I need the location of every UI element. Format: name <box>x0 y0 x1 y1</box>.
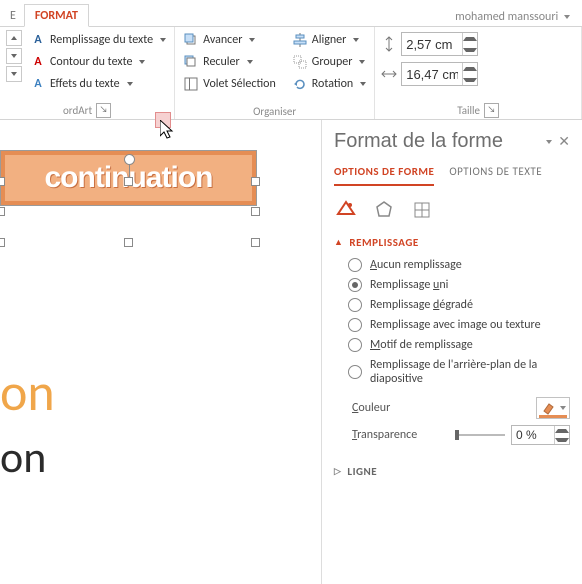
group-arrange-label: Organiser <box>253 105 296 118</box>
selection-pane-label: Volet Sélection <box>203 77 276 91</box>
fill-slidebg-label: Remplissage de l'arrière-plan de la diap… <box>370 358 570 386</box>
rotate-icon <box>292 76 308 92</box>
text-effects-label: Effets du texte <box>50 77 120 91</box>
user-name-label: mohamed manssouri <box>455 10 558 24</box>
bring-forward-label: Avancer <box>203 33 242 47</box>
fill-gradient-option[interactable]: Remplissage dégradé <box>348 295 570 315</box>
text-outline-label: Contour du texte <box>50 55 132 69</box>
text-fill-icon: A <box>30 32 46 48</box>
collapse-icon: ▲ <box>334 237 343 248</box>
user-drop-icon <box>564 15 570 19</box>
resize-handle[interactable] <box>251 238 260 247</box>
text-outline-button[interactable]: A Contour du texte <box>28 52 168 72</box>
section-line-label: LIGNE <box>347 465 377 478</box>
close-icon[interactable]: ✕ <box>558 133 570 150</box>
resize-handle[interactable] <box>124 238 133 247</box>
fill-picture-option[interactable]: Remplissage avec image ou texture <box>348 315 570 335</box>
transp-down[interactable] <box>555 435 569 444</box>
resize-handle[interactable] <box>251 207 260 216</box>
transp-up[interactable] <box>555 426 569 435</box>
style-more[interactable] <box>6 66 22 82</box>
transparency-field[interactable] <box>511 425 570 445</box>
fill-slidebg-option[interactable]: Remplissage de l'arrière-plan de la diap… <box>348 355 570 389</box>
bring-forward-button[interactable]: Avancer <box>181 30 278 50</box>
tab-shape-options[interactable]: OPTIONS DE FORME <box>334 165 434 186</box>
section-fill-label: REMPLISSAGE <box>349 236 418 249</box>
rotate-label: Rotation <box>312 77 353 91</box>
resize-handle[interactable] <box>124 177 133 186</box>
wordart-launcher[interactable]: ↘ <box>96 103 111 118</box>
width-up[interactable] <box>463 63 477 74</box>
resize-handle[interactable] <box>251 177 260 186</box>
resize-handle[interactable] <box>0 238 5 247</box>
width-down[interactable] <box>463 74 477 85</box>
fill-color-button[interactable] <box>536 397 570 419</box>
expand-icon: ▷ <box>334 466 341 477</box>
text-effects-button[interactable]: A Effets du texte <box>28 74 168 94</box>
slide-canvas[interactable]: continuation on on <box>0 120 321 584</box>
text-fill-label: Remplissage du texte <box>50 33 153 47</box>
format-shape-pane: Format de la forme ✕ OPTIONS DE FORME OP… <box>321 120 582 584</box>
group-size-label: Taille <box>457 104 480 117</box>
section-fill-header[interactable]: ▲ REMPLISSAGE <box>334 236 570 249</box>
style-down[interactable] <box>6 48 22 64</box>
fill-pattern-option[interactable]: Motif de remplissage <box>348 335 570 355</box>
group-icon <box>292 54 308 70</box>
send-backward-label: Reculer <box>203 55 240 69</box>
rotation-handle[interactable] <box>124 154 135 165</box>
transparency-input[interactable] <box>512 428 554 442</box>
height-field[interactable] <box>401 32 478 56</box>
height-up[interactable] <box>463 33 477 44</box>
fill-picture-label: Remplissage avec image ou texture <box>370 318 541 332</box>
bring-forward-icon <box>183 32 199 48</box>
resize-handle[interactable] <box>0 177 5 186</box>
fill-solid-option[interactable]: Remplissage uni <box>348 275 570 295</box>
height-down[interactable] <box>463 44 477 55</box>
style-up[interactable] <box>6 30 22 46</box>
group-button[interactable]: Grouper <box>290 52 368 72</box>
width-field[interactable] <box>401 62 478 86</box>
pane-title: Format de la forme <box>334 130 503 153</box>
fill-none-rest: ucun remplissage <box>377 258 462 272</box>
selection-pane-button[interactable]: Volet Sélection <box>181 74 278 94</box>
send-backward-button[interactable]: Reculer <box>181 52 278 72</box>
fill-none-option[interactable]: Aucun remplissage <box>348 255 570 275</box>
fill-line-icon[interactable] <box>334 198 358 222</box>
selection-pane-icon <box>183 76 199 92</box>
user-name[interactable]: mohamed manssouri <box>451 8 574 26</box>
width-icon <box>381 66 397 82</box>
pane-options-icon[interactable] <box>546 140 552 144</box>
height-input[interactable] <box>402 37 462 52</box>
send-backward-icon <box>183 54 199 70</box>
width-input[interactable] <box>402 67 462 82</box>
wordart-shape[interactable]: continuation <box>0 150 257 206</box>
effects-icon[interactable] <box>372 198 396 222</box>
tab-format[interactable]: FORMAT <box>24 4 89 27</box>
group-arrange: Avancer Reculer Volet Sélection <box>175 27 375 119</box>
align-button[interactable]: Aligner <box>290 30 368 50</box>
slide-text-1[interactable]: on <box>0 360 55 424</box>
tab-edge[interactable]: E <box>8 6 22 26</box>
text-fill-button[interactable]: A Remplissage du texte <box>28 30 168 50</box>
group-wordart: A Remplissage du texte A Contour du text… <box>0 27 175 119</box>
text-effects-icon: A <box>30 76 46 92</box>
align-icon <box>292 32 308 48</box>
group-size: Taille ↘ <box>375 27 582 119</box>
resize-handle[interactable] <box>0 207 5 216</box>
height-icon <box>381 36 397 52</box>
tab-text-options[interactable]: OPTIONS DE TEXTE <box>449 165 542 186</box>
size-launcher[interactable]: ↘ <box>484 103 499 118</box>
section-line-header[interactable]: ▷ LIGNE <box>334 465 570 478</box>
text-outline-icon: A <box>30 54 46 70</box>
transparency-slider[interactable] <box>457 434 505 436</box>
slide-text-2[interactable]: on <box>0 430 46 484</box>
size-props-icon[interactable] <box>410 198 434 222</box>
rotate-button[interactable]: Rotation <box>290 74 368 94</box>
group-label: Grouper <box>312 55 353 69</box>
group-wordart-label: ordArt <box>63 104 92 117</box>
align-label: Aligner <box>312 33 347 47</box>
